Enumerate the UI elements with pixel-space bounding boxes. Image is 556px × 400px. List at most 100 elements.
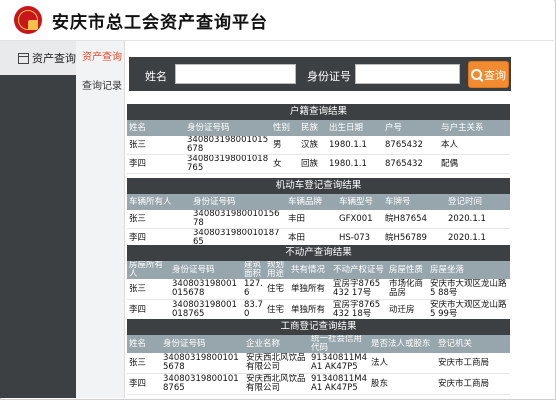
table-row: 张三 340803198001015678 丰田 GFX001 皖H87654 2020.…	[127, 210, 510, 229]
table-cell: 回族	[299, 154, 327, 174]
main-content: 姓名 身份证号 查询 户籍查询结果 姓名 身份证号码 性别 民族 出生日期 户号 与户主关系…	[125, 41, 554, 398]
table-cell: 张三	[127, 279, 170, 300]
name-input[interactable]	[175, 64, 296, 84]
table-row: 李四 340803198001018765 女回族 1980.1.1 8765432 配偶	[127, 154, 510, 174]
search-icon	[471, 69, 482, 80]
table-cell: 1980.1.1	[327, 154, 383, 174]
table-cell: 127.6	[242, 279, 265, 300]
table-cell: 本人	[439, 136, 510, 155]
table-cell: 李四	[127, 373, 161, 395]
table-cell: 340803198001018765	[185, 154, 271, 174]
column-header: 身份证号码	[170, 261, 242, 279]
table-cell: 8765432	[383, 136, 439, 155]
sub-nav-item-query-records[interactable]: 查询记录	[76, 70, 124, 99]
table-cell: 91340811M4A1 AK47P5	[309, 373, 369, 395]
column-header: 规划用途	[265, 261, 289, 279]
column-header: 房屋性质	[387, 261, 428, 279]
table-cell: 动迁房	[387, 299, 428, 321]
sub-nav: 资产查询 查询记录	[76, 41, 125, 398]
column-header: 建筑面积	[242, 261, 265, 279]
column-header: 车辆品牌	[286, 194, 337, 210]
table-cell: 住宅	[265, 299, 289, 321]
header: 安庆市总工会资产查询平台	[0, 0, 554, 41]
table-cell: 丰田	[286, 210, 337, 229]
table-cell: 单独所有	[289, 279, 331, 300]
property-title: 不动产查询结果	[127, 245, 510, 261]
column-header: 车辆所有人	[127, 194, 191, 210]
table-cell: GFX001	[337, 210, 383, 229]
table-cell: 340803198001015678	[191, 210, 286, 229]
vehicle-section: 机动车登记查询结果 车辆所有人 身份证号码 车辆品牌 车辆型号 车牌号 登记时间 张三 34…	[127, 178, 510, 248]
table-cell: 张三	[127, 210, 191, 229]
table-cell: 张三	[127, 136, 185, 155]
table-cell: 340803198001018765	[170, 299, 242, 321]
table-cell: 2020.1.1	[446, 210, 510, 229]
table-cell: 单独所有	[289, 299, 331, 321]
column-header: 车辆型号	[337, 194, 383, 210]
property-table: 房屋所有人 身份证号码 建筑面积 规划用途 共有情况 不动产权证号 房屋性质 房屋坐落 张三 3…	[127, 261, 510, 321]
vehicle-title: 机动车登记查询结果	[127, 178, 510, 194]
table-cell: 安庆市工商局	[436, 373, 510, 395]
column-header: 身份证号码	[191, 194, 286, 210]
business-section: 工商登记查询结果 姓名 身份证号码 企业名称 统一社会信用代码 是否法人或股东 登记机关 …	[127, 319, 510, 395]
column-header: 与户主关系	[439, 120, 510, 136]
column-header: 出生日期	[327, 120, 383, 136]
table-cell: 340803198001015678	[161, 353, 244, 374]
table-cell: 住宅	[265, 279, 289, 300]
table-cell: 340803198001018765	[161, 373, 244, 395]
main-nav: 资产查询	[0, 41, 76, 398]
table-cell: 340803198001015678	[185, 136, 271, 155]
table-cell: 安庆西北风饮品有限公司	[244, 353, 309, 374]
table-row: 李四 340803198001018765 83.70 住宅 单独所有 宜房字876543…	[127, 299, 510, 321]
table-cell: 安庆市大观区龙山路5 88号	[428, 279, 510, 300]
union-logo-icon	[14, 6, 42, 34]
column-header: 户号	[383, 120, 439, 136]
table-row: 张三 340803198001015678 127.6 住宅 单独所有 宜房字876543…	[127, 279, 510, 300]
table-cell: 股东	[369, 373, 436, 395]
vehicle-table: 车辆所有人 身份证号码 车辆品牌 车辆型号 车牌号 登记时间 张三 340803198001…	[127, 194, 510, 248]
column-header: 房屋坐落	[428, 261, 510, 279]
column-header: 登记机关	[436, 335, 510, 353]
table-cell: 83.70	[242, 299, 265, 321]
table-cell: 340803198001015678	[170, 279, 242, 300]
table-cell: 张三	[127, 353, 161, 374]
column-header: 民族	[299, 120, 327, 136]
column-header: 企业名称	[244, 335, 309, 353]
column-header: 身份证号码	[161, 335, 244, 353]
column-header: 车牌号	[383, 194, 446, 210]
table-cell: 宜房字8765432 17号	[331, 279, 387, 300]
column-header: 性别	[271, 120, 299, 136]
table-row: 张三 340803198001015678 安庆西北风饮品有限公司 91340811M…	[127, 353, 510, 374]
id-number-input[interactable]	[355, 64, 460, 84]
name-label: 姓名	[145, 70, 167, 83]
table-cell: 市场化商品房	[387, 279, 428, 300]
table-row: 张三 340803198001015678 男汉族 1980.1.1 8765432 本人	[127, 136, 510, 155]
page-title: 安庆市总工会资产查询平台	[52, 13, 268, 33]
table-cell: 安庆市大观区龙山路5 99号	[428, 299, 510, 321]
column-header: 身份证号码	[185, 120, 271, 136]
table-cell: 1980.1.1	[327, 136, 383, 155]
column-header: 登记时间	[446, 194, 510, 210]
table-cell: 女	[271, 154, 299, 174]
table-cell: 91340811M4A1 AK47P5	[309, 353, 369, 374]
table-cell: 宜房字8765432 18号	[331, 299, 387, 321]
search-bar: 姓名 身份证号	[129, 57, 511, 91]
household-section: 户籍查询结果 姓名 身份证号码 性别 民族 出生日期 户号 与户主关系 张三 34080319…	[127, 104, 510, 174]
property-section: 不动产查询结果 房屋所有人 身份证号码 建筑面积 规划用途 共有情况 不动产权证号 房屋性质…	[127, 245, 510, 321]
id-label: 身份证号	[307, 70, 351, 83]
search-button[interactable]: 查询	[468, 61, 509, 88]
column-header: 姓名	[127, 335, 161, 353]
business-title: 工商登记查询结果	[127, 319, 510, 335]
column-header: 不动产权证号	[331, 261, 387, 279]
sub-nav-item-asset-query[interactable]: 资产查询	[76, 41, 124, 70]
table-cell: 李四	[127, 299, 170, 321]
calendar-icon	[18, 52, 29, 64]
search-button-label: 查询	[484, 68, 506, 82]
column-header: 房屋所有人	[127, 261, 170, 279]
column-header: 姓名	[127, 120, 185, 136]
table-cell: 男	[271, 136, 299, 155]
table-cell: 皖H87654	[383, 210, 446, 229]
table-cell: 安庆市工商局	[436, 353, 510, 374]
main-nav-item-asset-query[interactable]: 资产查询	[0, 41, 76, 75]
table-cell: 法人	[369, 353, 436, 374]
